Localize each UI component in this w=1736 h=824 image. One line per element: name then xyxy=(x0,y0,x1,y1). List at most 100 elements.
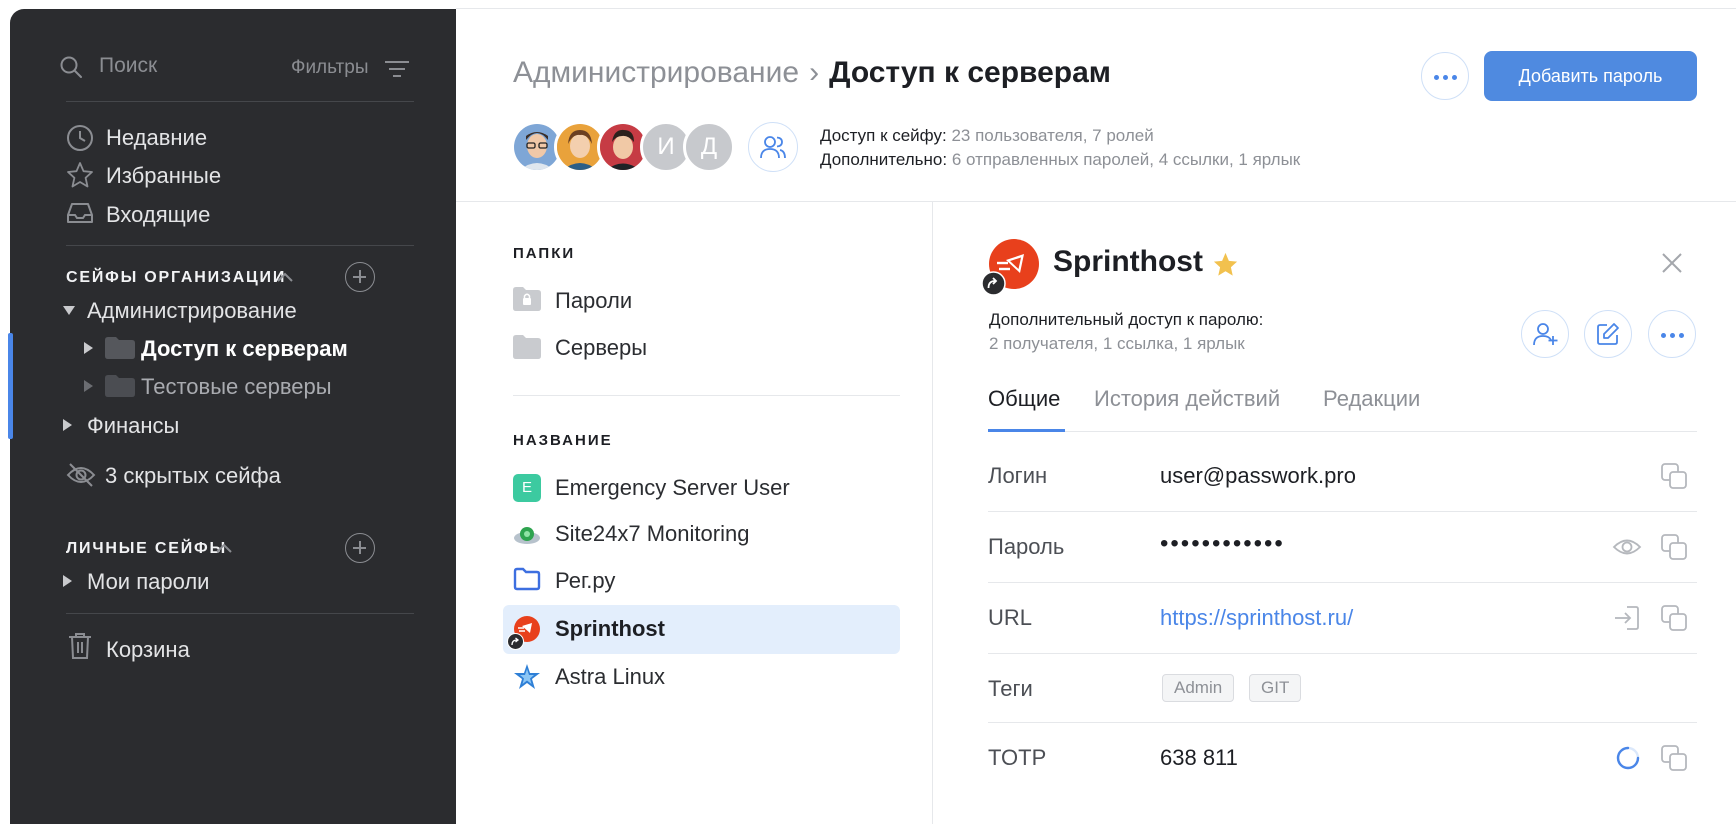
add-password-button[interactable]: Добавить пароль xyxy=(1484,51,1697,101)
list-item[interactable]: Emergency Server User xyxy=(555,475,790,501)
breadcrumb-separator: › xyxy=(809,56,820,89)
list-item[interactable]: Рег.ру xyxy=(555,568,615,594)
user-plus-icon xyxy=(1533,323,1558,346)
trash-link[interactable]: Корзина xyxy=(106,637,190,663)
tab-revisions[interactable]: Редакции xyxy=(1323,386,1420,412)
divider xyxy=(988,582,1697,583)
chevron-up-icon[interactable] xyxy=(276,271,294,283)
name-heading: НАЗВАНИЕ xyxy=(513,432,613,449)
safe-finance[interactable]: Финансы xyxy=(87,413,179,439)
totp-timer-icon xyxy=(1616,746,1640,770)
caret-right-icon[interactable] xyxy=(84,342,93,354)
info-label: Доступ к сейфу: xyxy=(820,126,947,145)
password-label: Пароль xyxy=(988,534,1065,559)
safe-admin[interactable]: Администрирование xyxy=(87,298,297,324)
breadcrumb-parent[interactable]: Администрирование xyxy=(513,56,799,89)
astra-star-icon xyxy=(514,664,540,689)
nav-favorites[interactable]: Избранные xyxy=(106,163,221,189)
totp-value[interactable]: 638 811 xyxy=(1160,745,1238,771)
folder-outline-icon xyxy=(513,567,541,591)
nav-recent[interactable]: Недавние xyxy=(106,125,207,151)
inbox-icon xyxy=(67,203,93,223)
totp-label: TOTP xyxy=(988,745,1047,770)
caret-down-icon[interactable] xyxy=(63,306,75,315)
copy-icon[interactable] xyxy=(1660,533,1688,561)
item-more-button[interactable] xyxy=(1648,310,1696,358)
favorite-star-icon[interactable] xyxy=(1212,251,1239,278)
org-safes-heading: СЕЙФЫ ОРГАНИЗАЦИИ xyxy=(66,269,287,286)
personal-safes-heading: ЛИЧНЫЕ СЕЙФЫ xyxy=(66,540,227,557)
folder-test-servers[interactable]: Тестовые серверы xyxy=(141,374,332,400)
divider xyxy=(988,511,1697,512)
tag[interactable]: Admin xyxy=(1162,674,1235,702)
extra-access-label: Дополнительный доступ к паролю: xyxy=(989,310,1264,329)
copy-icon[interactable] xyxy=(1660,462,1688,490)
tags-label: Теги xyxy=(988,676,1033,701)
url-link[interactable]: https://sprinthost.ru/ xyxy=(1160,605,1353,631)
sidebar: Поиск Фильтры Недавние Избранные Входящи… xyxy=(8,9,456,824)
chevron-up-icon[interactable] xyxy=(215,542,233,554)
filter-icon[interactable] xyxy=(384,60,410,78)
divider xyxy=(66,613,414,614)
eye-icon[interactable] xyxy=(1612,533,1642,561)
trash-icon xyxy=(69,633,91,659)
folder-server-access[interactable]: Доступ к серверам xyxy=(141,336,348,362)
copy-icon[interactable] xyxy=(1660,744,1688,772)
folder-servers[interactable]: Серверы xyxy=(555,335,647,361)
open-link-icon[interactable] xyxy=(1613,604,1641,632)
divider xyxy=(988,653,1697,654)
login-label: Логин xyxy=(988,463,1048,488)
edit-button[interactable] xyxy=(1584,310,1632,358)
divider xyxy=(66,245,414,246)
tag[interactable]: GIT xyxy=(1249,674,1302,702)
caret-right-icon[interactable] xyxy=(63,419,72,431)
users-icon xyxy=(760,136,786,159)
hidden-safes-link[interactable]: 3 скрытых сейфа xyxy=(105,463,281,489)
caret-right-icon[interactable] xyxy=(63,575,72,587)
add-user-button[interactable] xyxy=(1521,310,1569,358)
list-item[interactable]: Site24x7 Monitoring xyxy=(555,521,749,547)
divider xyxy=(456,8,1736,9)
close-icon[interactable] xyxy=(1660,251,1684,275)
nav-inbox[interactable]: Входящие xyxy=(106,202,210,228)
safe-access-info: Доступ к сейфу: 23 пользователя, 7 ролей xyxy=(820,126,1154,146)
filters-button[interactable]: Фильтры xyxy=(291,57,368,79)
active-tab-indicator xyxy=(988,429,1065,432)
folder-icon xyxy=(105,337,135,359)
info-value[interactable]: 23 пользователя, 7 ролей xyxy=(951,126,1153,145)
caret-right-icon[interactable] xyxy=(84,380,93,392)
copy-icon[interactable] xyxy=(1660,604,1688,632)
active-indicator xyxy=(8,333,13,439)
manage-users-button[interactable] xyxy=(748,122,798,172)
app-window: Поиск Фильтры Недавние Избранные Входящи… xyxy=(0,0,1736,824)
divider xyxy=(988,431,1697,432)
add-personal-safe-button[interactable] xyxy=(345,533,375,563)
search-input[interactable]: Поиск xyxy=(99,54,157,78)
edit-icon xyxy=(1597,323,1619,345)
divider xyxy=(513,395,900,396)
search-icon xyxy=(60,56,82,78)
tab-general[interactable]: Общие xyxy=(988,386,1060,412)
shortcut-icon xyxy=(507,633,524,650)
more-options-button[interactable] xyxy=(1421,52,1469,100)
list-item[interactable]: Astra Linux xyxy=(555,664,665,690)
breadcrumb: Администрирование › Доступ к серверам xyxy=(513,56,1111,90)
login-value[interactable]: user@passwork.pro xyxy=(1160,463,1356,489)
shortcut-icon xyxy=(981,271,1006,296)
info-value[interactable]: 6 отправленных паролей, 4 ссылки, 1 ярлы… xyxy=(952,150,1300,169)
site24x7-icon xyxy=(514,527,540,544)
add-org-safe-button[interactable] xyxy=(345,262,375,292)
extra-access-value[interactable]: 2 получателя, 1 ссылка, 1 ярлык xyxy=(989,334,1245,354)
locked-folder-icon xyxy=(513,287,541,311)
safe-my-passwords[interactable]: Мои пароли xyxy=(87,569,209,595)
folder-passwords[interactable]: Пароли xyxy=(555,288,632,314)
tab-history[interactable]: История действий xyxy=(1094,386,1280,412)
clock-icon xyxy=(67,125,93,151)
list-item-selected[interactable]: Sprinthost xyxy=(555,616,665,642)
extra-access-info: Дополнительно: 6 отправленных паролей, 4… xyxy=(820,150,1300,170)
letter-e-icon: E xyxy=(513,474,541,502)
item-title: Sprinthost xyxy=(1053,245,1203,278)
page-title: Доступ к серверам xyxy=(829,56,1111,89)
avatar-initial[interactable]: Д xyxy=(683,121,735,173)
password-value[interactable]: •••••••••••• xyxy=(1160,530,1285,558)
